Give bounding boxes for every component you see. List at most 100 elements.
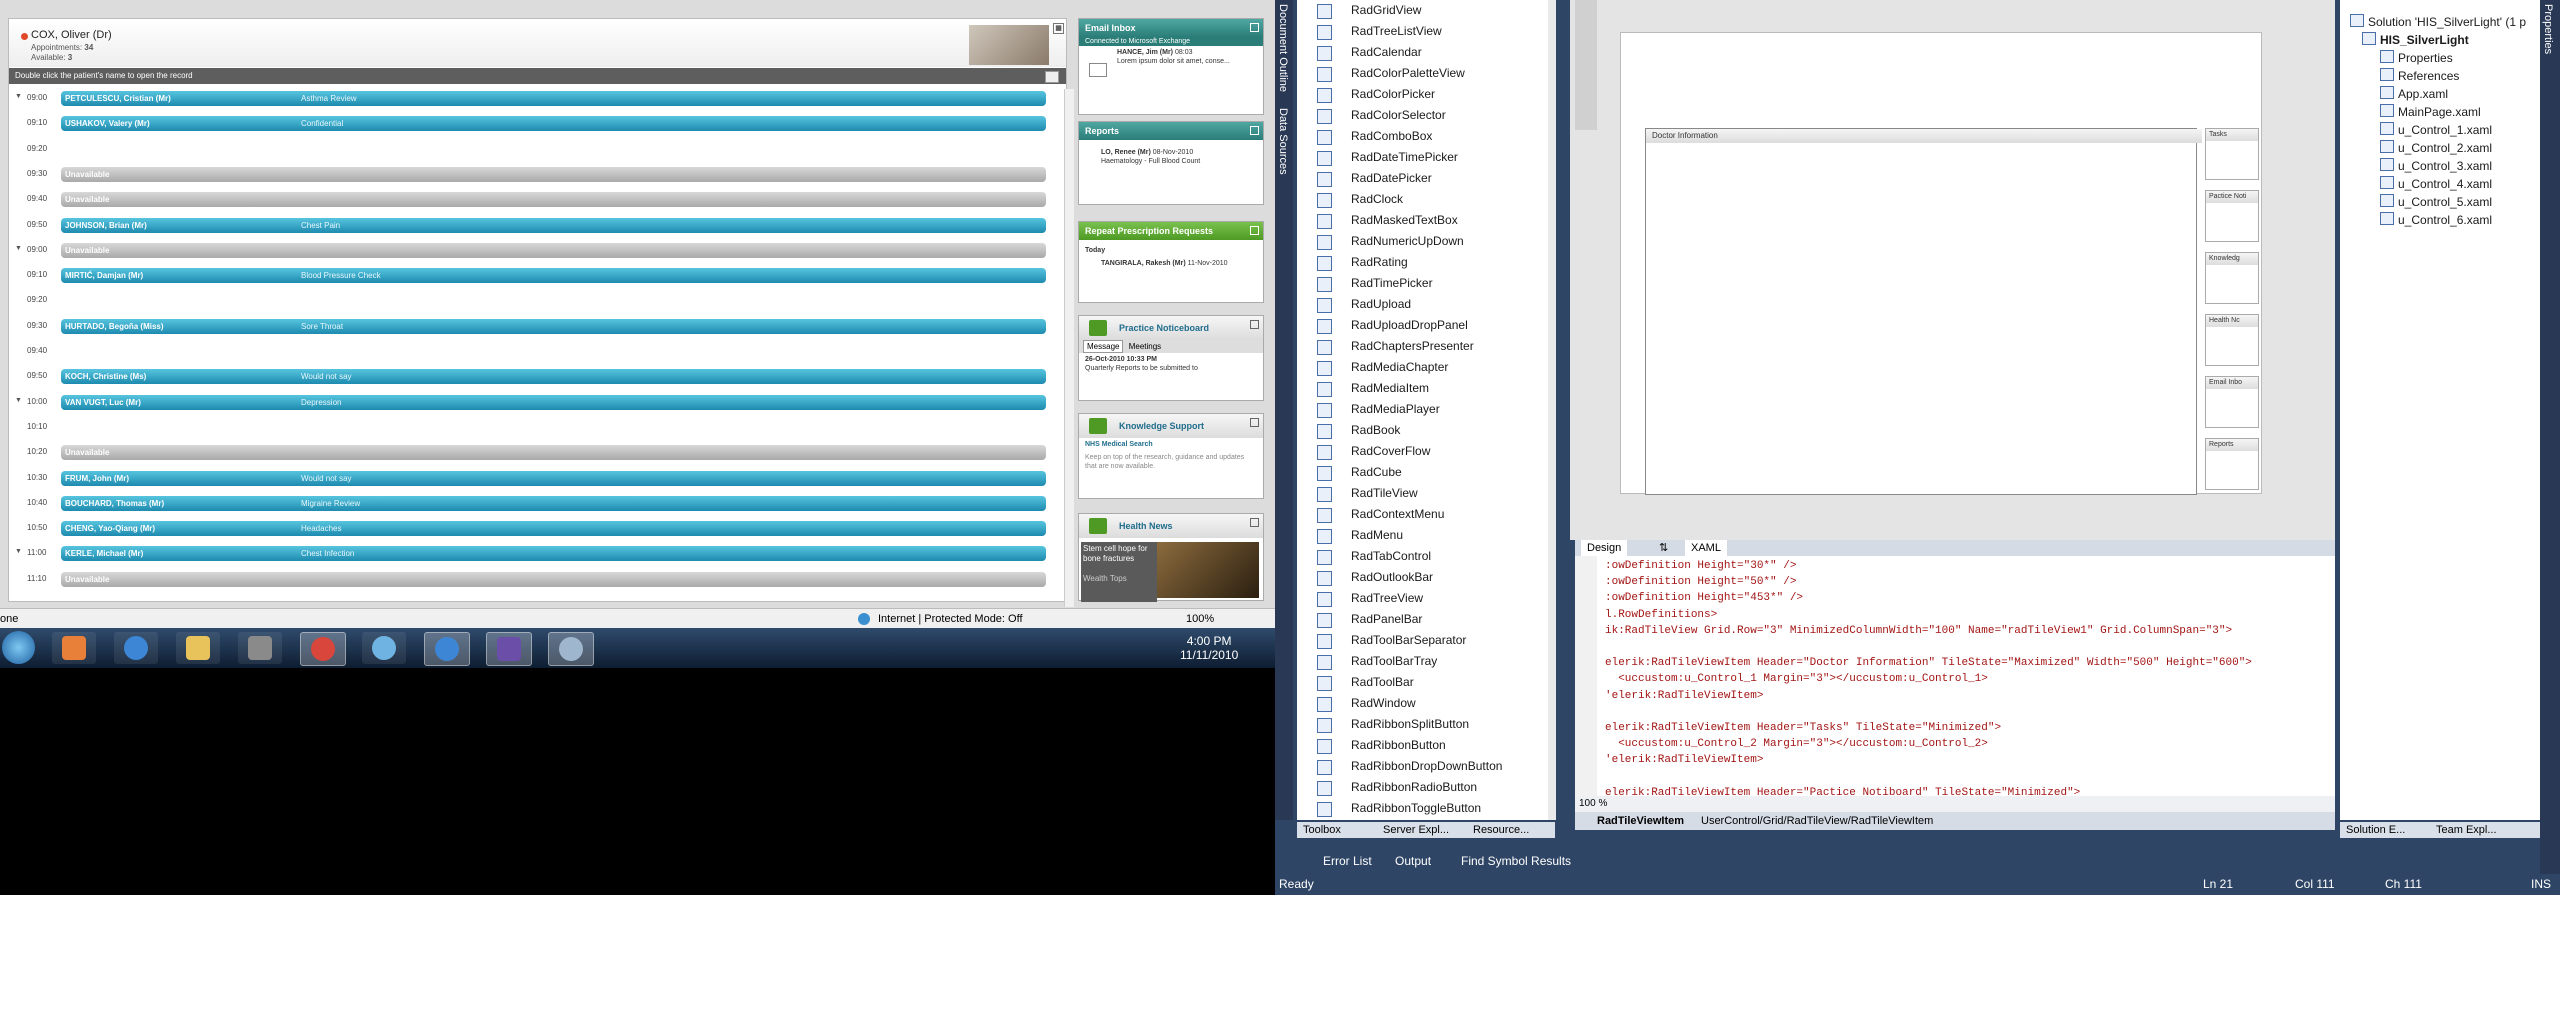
appointment-bar[interactable]: JOHNSON, Brian (Mr) Chest Pain: [61, 217, 1046, 233]
security-zone[interactable]: Internet | Protected Mode: Off: [878, 609, 1023, 629]
toolbox-item[interactable]: RadWindow: [1297, 693, 1547, 714]
schedule-scrollbar[interactable]: [1064, 89, 1074, 607]
patient-name[interactable]: JOHNSON, Brian (Mr): [65, 218, 147, 233]
schedule-slot[interactable]: ▼ 09:00 PETCULESCU, Cristian (Mr) Asthma Re…: [9, 89, 1049, 110]
minimized-tile[interactable]: Tasks: [2205, 128, 2259, 180]
taskbar-chrome[interactable]: [300, 632, 346, 666]
solution-item[interactable]: u_Control_6.xaml: [2380, 212, 2492, 229]
doctor-name[interactable]: COX, Oliver (Dr): [31, 29, 112, 41]
patient-name[interactable]: CHENG, Yao-Qiang (Mr): [65, 521, 155, 536]
code-line[interactable]: 'elerik:RadTileViewItem>: [1605, 752, 1763, 768]
toolbox-item[interactable]: RadMediaItem: [1297, 378, 1547, 399]
minimized-tile[interactable]: Reports: [2205, 438, 2259, 490]
notice-item[interactable]: 26-Oct-2010 10:33 PM Quarterly Reports to…: [1079, 353, 1263, 375]
patient-name[interactable]: USHAKOV, Valery (Mr): [65, 116, 150, 131]
grid-icon[interactable]: ▦: [1053, 23, 1064, 34]
tab-server-explorer[interactable]: Server Expl...: [1383, 822, 1449, 838]
code-line[interactable]: :owDefinition Height="30*" />: [1605, 558, 1796, 574]
tab-xaml[interactable]: XAML: [1685, 540, 1727, 556]
toolbox-item[interactable]: RadNumericUpDown: [1297, 231, 1547, 252]
knowledge-link[interactable]: NHS Medical Search: [1079, 438, 1263, 451]
appointment-bar[interactable]: PETCULESCU, Cristian (Mr) Asthma Review: [61, 91, 1046, 106]
schedule-slot[interactable]: 09:30 HURTADO, Begoña (Miss) Sore Throat: [9, 317, 1049, 338]
schedule-slot[interactable]: 11:10 Unavailable: [9, 570, 1049, 591]
schedule-slot[interactable]: 10:40 BOUCHARD, Thomas (Mr) Migraine Revie…: [9, 494, 1049, 515]
patient-name[interactable]: MIRTIĆ, Damjan (Mr): [65, 268, 143, 283]
tab-document-outline[interactable]: Document Outline: [1277, 4, 1289, 92]
patient-name[interactable]: Unavailable: [65, 572, 109, 587]
tab-toolbox[interactable]: Toolbox: [1303, 822, 1341, 838]
toolbox-item[interactable]: RadToolBarSeparator: [1297, 630, 1547, 651]
solution-item[interactable]: u_Control_5.xaml: [2380, 194, 2492, 211]
code-line[interactable]: elerik:RadTileViewItem Header="Doctor In…: [1605, 655, 2252, 671]
schedule-slot[interactable]: 09:50 KOCH, Christine (Ms) Would not say: [9, 367, 1049, 388]
toolbox-item[interactable]: RadColorPaletteView: [1297, 63, 1547, 84]
patient-name[interactable]: PETCULESCU, Cristian (Mr): [65, 91, 171, 106]
appointment-bar[interactable]: KERLE, Michael (Mr) Chest Infection: [61, 546, 1046, 562]
maximize-icon[interactable]: [1250, 518, 1259, 527]
xaml-editor[interactable]: :owDefinition Height="30*" /> :owDefiniti…: [1575, 556, 2335, 799]
toolbox-item[interactable]: RadRibbonButton: [1297, 735, 1547, 756]
code-line[interactable]: :owDefinition Height="453*" />: [1605, 590, 1803, 606]
solution-item[interactable]: u_Control_3.xaml: [2380, 158, 2492, 175]
tab-team-explorer[interactable]: Team Expl...: [2436, 822, 2497, 838]
schedule-slot[interactable]: ▼ 11:00 KERLE, Michael (Mr) Chest Infection: [9, 544, 1049, 565]
patient-name[interactable]: KOCH, Christine (Ms): [65, 369, 146, 384]
code-line[interactable]: ik:RadTileView Grid.Row="3" MinimizedCol…: [1605, 623, 2232, 639]
toolbox-item[interactable]: RadOutlookBar: [1297, 567, 1547, 588]
expand-chevron-icon[interactable]: ▼: [15, 397, 22, 404]
schedule-slot[interactable]: 09:10 MIRTIĆ, Damjan (Mr) Blood Pressure C…: [9, 266, 1049, 287]
toolbox-item[interactable]: RadGridView: [1297, 0, 1547, 21]
tab-message[interactable]: Message: [1083, 340, 1124, 353]
toolbox-item[interactable]: RadRibbonDropDownButton: [1297, 756, 1547, 777]
solution-item[interactable]: u_Control_2.xaml: [2380, 140, 2492, 157]
schedule-slot[interactable]: 10:20 Unavailable: [9, 443, 1049, 464]
toolbox-item[interactable]: RadMaskedTextBox: [1297, 210, 1547, 231]
patient-name[interactable]: BOUCHARD, Thomas (Mr): [65, 496, 164, 511]
tab-design[interactable]: Design: [1581, 540, 1628, 556]
taskbar-visual-studio[interactable]: [486, 632, 532, 666]
code-line[interactable]: l.RowDefinitions>: [1605, 607, 1717, 623]
toolbox-item[interactable]: RadTreeListView: [1297, 21, 1547, 42]
appointment-bar[interactable]: VAN VUGT, Luc (Mr) Depression: [61, 394, 1046, 410]
reports-widget-title[interactable]: Reports: [1079, 122, 1263, 140]
collapse-button[interactable]: [1045, 71, 1059, 83]
maximize-icon[interactable]: [1250, 226, 1259, 235]
toolbox-item[interactable]: RadMediaChapter: [1297, 357, 1547, 378]
appointment-bar[interactable]: Unavailable: [61, 166, 1046, 182]
code-line[interactable]: <uccustom:u_Control_1 Margin="3"></uccus…: [1605, 671, 1988, 687]
solution-node[interactable]: Solution 'HIS_SilverLight' (1 p: [2350, 14, 2526, 31]
email-widget-title[interactable]: Email Inbox: [1079, 19, 1263, 37]
schedule-slot[interactable]: ▼ 10:00 VAN VUGT, Luc (Mr) Depression: [9, 393, 1049, 414]
taskbar-clock[interactable]: 4:00 PM 11/11/2010: [1180, 634, 1238, 662]
tab-properties[interactable]: Properties: [2542, 4, 2554, 54]
toolbox-item[interactable]: RadRating: [1297, 252, 1547, 273]
schedule-slot[interactable]: 10:30 FRUM, John (Mr) Would not say: [9, 469, 1049, 490]
schedule-slot[interactable]: 09:20: [9, 291, 1049, 312]
toolbox-item[interactable]: RadCalendar: [1297, 42, 1547, 63]
schedule-slot[interactable]: 09:50 JOHNSON, Brian (Mr) Chest Pain: [9, 216, 1049, 237]
toolbox-item[interactable]: RadTabControl: [1297, 546, 1547, 567]
tab-error-list[interactable]: Error List: [1323, 852, 1372, 870]
taskbar-ie-active[interactable]: [424, 632, 470, 666]
solution-item[interactable]: MainPage.xaml: [2380, 104, 2481, 121]
code-line[interactable]: elerik:RadTileViewItem Header="Tasks" Ti…: [1605, 720, 2001, 736]
appointment-bar[interactable]: Unavailable: [61, 571, 1046, 587]
toolbox-item[interactable]: RadCube: [1297, 462, 1547, 483]
schedule-slot[interactable]: 09:40: [9, 342, 1049, 363]
taskbar-explorer[interactable]: [176, 632, 220, 664]
toolbox-item[interactable]: RadTileView: [1297, 483, 1547, 504]
patient-name[interactable]: FRUM, John (Mr): [65, 471, 129, 486]
schedule-slot[interactable]: 09:10 USHAKOV, Valery (Mr) Confidential: [9, 114, 1049, 135]
tab-output[interactable]: Output: [1395, 852, 1431, 870]
appointment-bar[interactable]: MIRTIĆ, Damjan (Mr) Blood Pressure Check: [61, 268, 1046, 284]
toolbox-item[interactable]: RadRibbonRadioButton: [1297, 777, 1547, 798]
toolbox-item[interactable]: RadUploadDropPanel: [1297, 315, 1547, 336]
minimized-tile[interactable]: Knowledg: [2205, 252, 2259, 304]
schedule-slot[interactable]: 10:50 CHENG, Yao-Qiang (Mr) Headaches: [9, 519, 1049, 540]
tab-meetings[interactable]: Meetings: [1126, 341, 1164, 352]
start-button-icon[interactable]: [2, 631, 35, 664]
code-line[interactable]: 'elerik:RadTileViewItem>: [1605, 688, 1763, 704]
solution-item[interactable]: App.xaml: [2380, 86, 2448, 103]
toolbox-item[interactable]: RadMenu: [1297, 525, 1547, 546]
